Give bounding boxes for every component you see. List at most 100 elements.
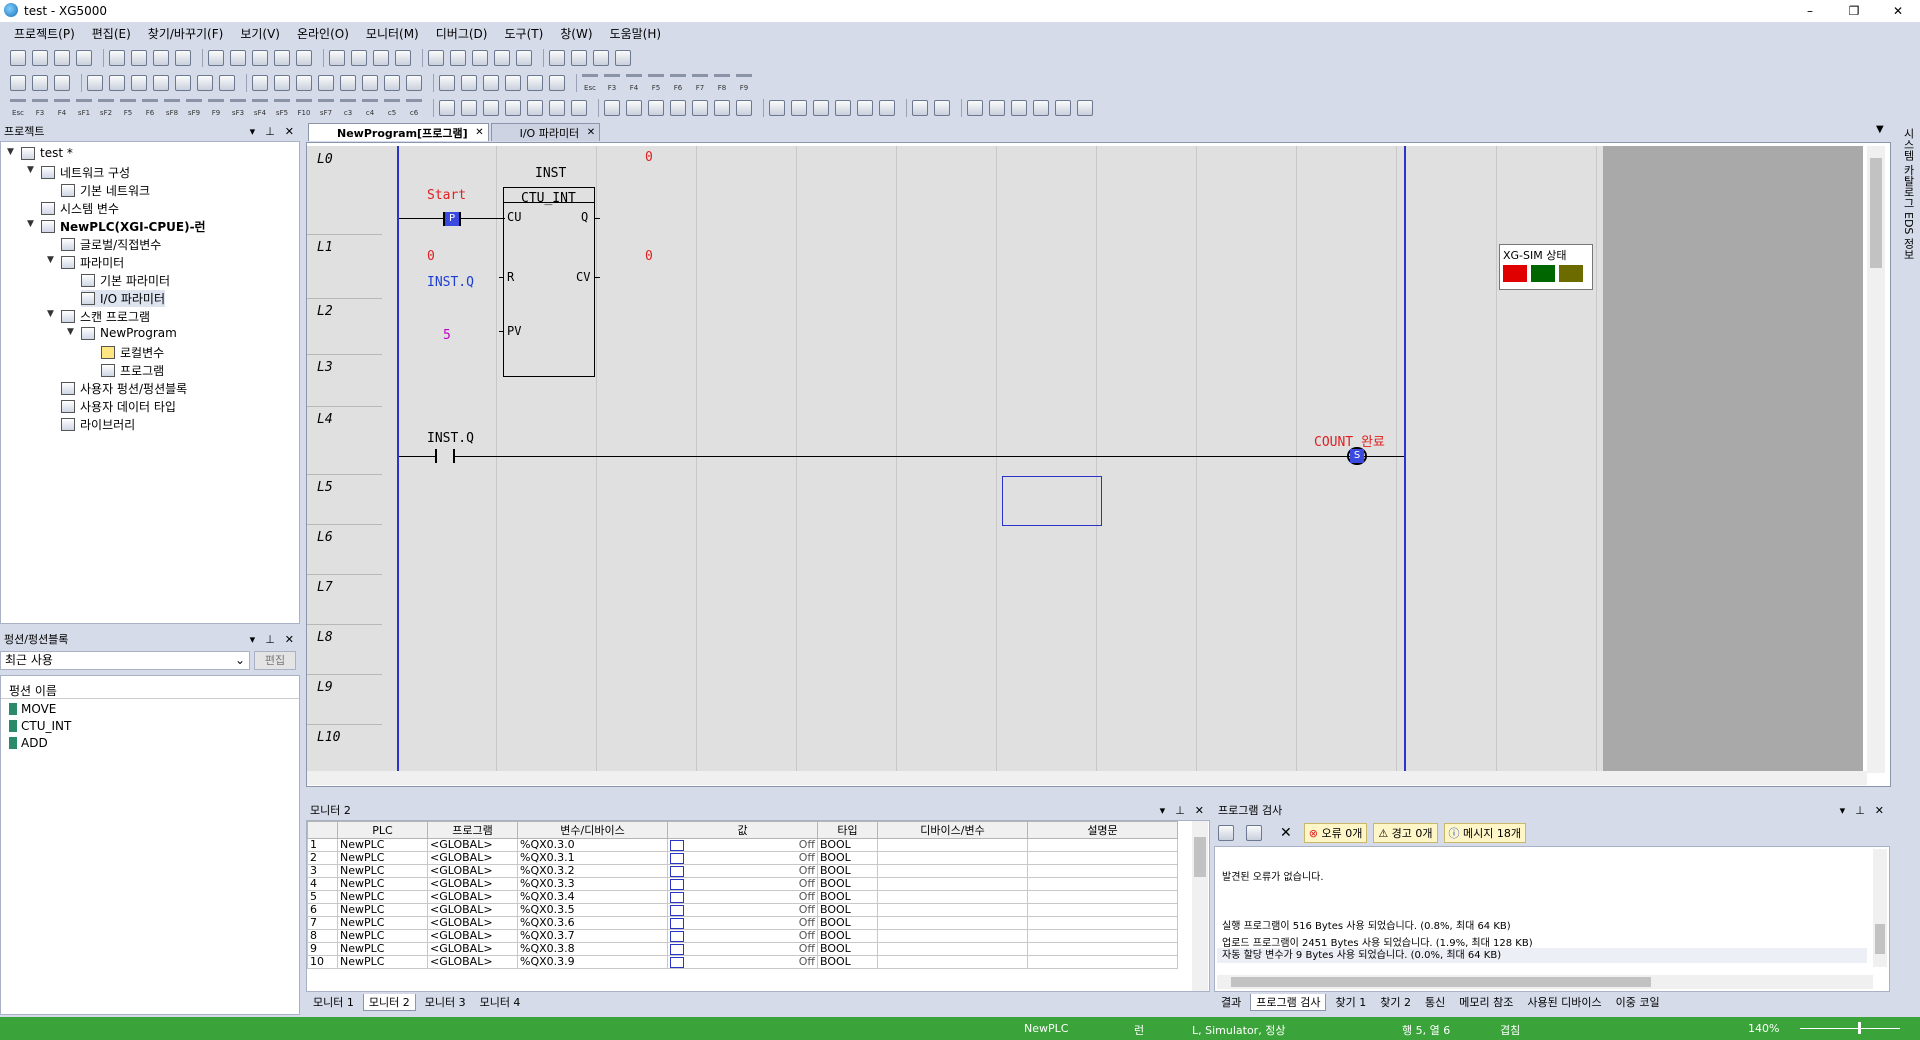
toggle-icon[interactable]: [670, 930, 684, 942]
menu-debug[interactable]: 디버그(D): [436, 25, 488, 42]
toolbar-icon[interactable]: [109, 74, 125, 91]
list-item[interactable]: ADD: [9, 736, 48, 750]
monitor-scrollbar[interactable]: [1192, 821, 1208, 991]
edit-button[interactable]: 편집: [254, 651, 296, 670]
ladder-key-icon[interactable]: c6: [406, 98, 422, 117]
tree-item-newprogram[interactable]: NewProgram: [81, 326, 177, 340]
menu-find[interactable]: 찾기/바꾸기(F): [148, 25, 224, 42]
toolbar-icon[interactable]: [274, 74, 290, 91]
tab-find-2[interactable]: 찾기 2: [1375, 994, 1416, 1010]
menu-help[interactable]: 도움말(H): [610, 25, 662, 42]
toolbar-icon[interactable]: [615, 49, 631, 66]
toolbar-icon[interactable]: [329, 49, 345, 66]
menu-edit[interactable]: 편집(E): [92, 25, 131, 42]
toolbar-icon[interactable]: [967, 99, 983, 116]
toolbar-icon[interactable]: [494, 49, 510, 66]
toolbar-icon[interactable]: [340, 74, 356, 91]
tab-used-devices[interactable]: 사용된 디바이스: [1522, 994, 1606, 1010]
toolbar-icon[interactable]: [230, 49, 246, 66]
table-row[interactable]: 1 NewPLC <GLOBAL> %QX0.3.0 Off BOOL: [307, 838, 1178, 852]
ladder-key-icon[interactable]: c4: [362, 98, 378, 117]
ladder-key-icon[interactable]: sF9: [186, 98, 202, 117]
toolbar-icon[interactable]: [406, 74, 422, 91]
tree-item-parameter[interactable]: 파라미터: [61, 254, 124, 271]
minimize-button[interactable]: –: [1788, 0, 1832, 22]
toolbar-icon[interactable]: [505, 74, 521, 91]
ladder-key-icon[interactable]: sF8: [164, 98, 180, 117]
errors-filter-button[interactable]: ⊗ 오류 0개: [1303, 823, 1368, 843]
toolbar-icon[interactable]: [274, 49, 290, 66]
clear-icon[interactable]: ✕: [1280, 825, 1292, 841]
toolbar-icon[interactable]: [373, 49, 389, 66]
table-row[interactable]: 5 NewPLC <GLOBAL> %QX0.3.4 Off BOOL: [307, 890, 1178, 904]
column-header[interactable]: 타입: [817, 821, 878, 839]
column-header[interactable]: [307, 821, 338, 839]
table-row[interactable]: 6 NewPLC <GLOBAL> %QX0.3.5 Off BOOL: [307, 903, 1178, 917]
restore-button[interactable]: ❐: [1832, 0, 1876, 22]
toolbar-icon[interactable]: [516, 49, 532, 66]
collapse-icon[interactable]: ▼: [7, 147, 14, 157]
toolbar-icon[interactable]: [54, 49, 70, 66]
tree-item-project[interactable]: test *: [21, 146, 73, 160]
table-row[interactable]: 4 NewPLC <GLOBAL> %QX0.3.3 Off BOOL: [307, 877, 1178, 891]
toggle-icon[interactable]: [670, 904, 684, 916]
toolbar-icon[interactable]: [483, 99, 499, 116]
toolbar-icon[interactable]: [428, 49, 444, 66]
toolbar-icon[interactable]: [219, 74, 235, 91]
ladder-key-icon[interactable]: F5: [648, 73, 664, 92]
scroll-thumb[interactable]: [1870, 158, 1882, 268]
toolbar-icon[interactable]: [197, 74, 213, 91]
toolbar-icon[interactable]: [450, 49, 466, 66]
list-item[interactable]: CTU_INT: [9, 719, 71, 733]
menu-window[interactable]: 창(W): [560, 25, 592, 42]
toolbar-icon[interactable]: [208, 49, 224, 66]
ladder-key-icon[interactable]: c5: [384, 98, 400, 117]
toolbar-icon[interactable]: [175, 74, 191, 91]
column-header[interactable]: 설명문: [1027, 821, 1178, 839]
toolbar-icon[interactable]: [87, 74, 103, 91]
close-icon[interactable]: ✕: [285, 125, 294, 138]
close-icon[interactable]: ✕: [587, 127, 595, 138]
ladder-key-icon[interactable]: F9: [208, 98, 224, 117]
collapse-icon[interactable]: ▼: [47, 255, 54, 265]
ladder-key-icon[interactable]: sF7: [318, 98, 334, 117]
toolbar-icon[interactable]: [32, 74, 48, 91]
ladder-key-icon[interactable]: Esc: [582, 73, 598, 92]
print-icon[interactable]: [1246, 825, 1262, 841]
toolbar-icon[interactable]: [472, 49, 488, 66]
right-sidebar-tabs[interactable]: 시스템 카탈로그 EDS 정보: [1896, 128, 1916, 288]
tree-item-user-datatype[interactable]: 사용자 데이터 타입: [61, 398, 176, 415]
toolbar-icon[interactable]: [395, 49, 411, 66]
toolbar-icon[interactable]: [604, 99, 620, 116]
collapse-icon[interactable]: ▼: [67, 327, 74, 337]
column-header[interactable]: 디바이스/변수: [877, 821, 1028, 839]
toggle-icon[interactable]: [670, 878, 684, 890]
toolbar-icon[interactable]: [153, 49, 169, 66]
column-header[interactable]: 값: [667, 821, 818, 839]
ladder-key-icon[interactable]: sF5: [274, 98, 290, 117]
func-category-dropdown[interactable]: 최근 사용 ⌄: [0, 651, 250, 670]
toolbar-icon[interactable]: [571, 49, 587, 66]
ladder-editor[interactable]: L0 L1 L2 L3 L4 L5 L6 L7 L8 L9 L10 Start P INST 0 C…: [306, 142, 1891, 787]
toolbar-icon[interactable]: [131, 49, 147, 66]
zoom-slider[interactable]: [1800, 1028, 1900, 1029]
table-row[interactable]: 2 NewPLC <GLOBAL> %QX0.3.1 Off BOOL: [307, 851, 1178, 865]
toolbar-icon[interactable]: [626, 99, 642, 116]
ladder-key-icon[interactable]: F8: [714, 73, 730, 92]
tab-io-parameter[interactable]: I/O 파라미터 ✕: [490, 123, 601, 141]
toggle-icon[interactable]: [670, 917, 684, 929]
toolbar-icon[interactable]: [362, 74, 378, 91]
tree-item-library[interactable]: 라이브러리: [61, 416, 135, 433]
toolbar-icon[interactable]: [32, 49, 48, 66]
tab-program-check[interactable]: 프로그램 검사: [1250, 993, 1327, 1011]
close-icon[interactable]: ✕: [285, 633, 294, 646]
panel-menu-icon[interactable]: ▾: [250, 125, 256, 138]
ladder-key-icon[interactable]: sF1: [76, 98, 92, 117]
menu-online[interactable]: 온라인(O): [297, 25, 349, 42]
toolbar-icon[interactable]: [714, 99, 730, 116]
collapse-icon[interactable]: ▼: [27, 219, 34, 229]
horizontal-scrollbar[interactable]: [307, 771, 1867, 785]
close-icon[interactable]: ✕: [475, 127, 483, 138]
pin-icon[interactable]: ⊥: [265, 125, 275, 138]
toolbar-icon[interactable]: [252, 74, 268, 91]
